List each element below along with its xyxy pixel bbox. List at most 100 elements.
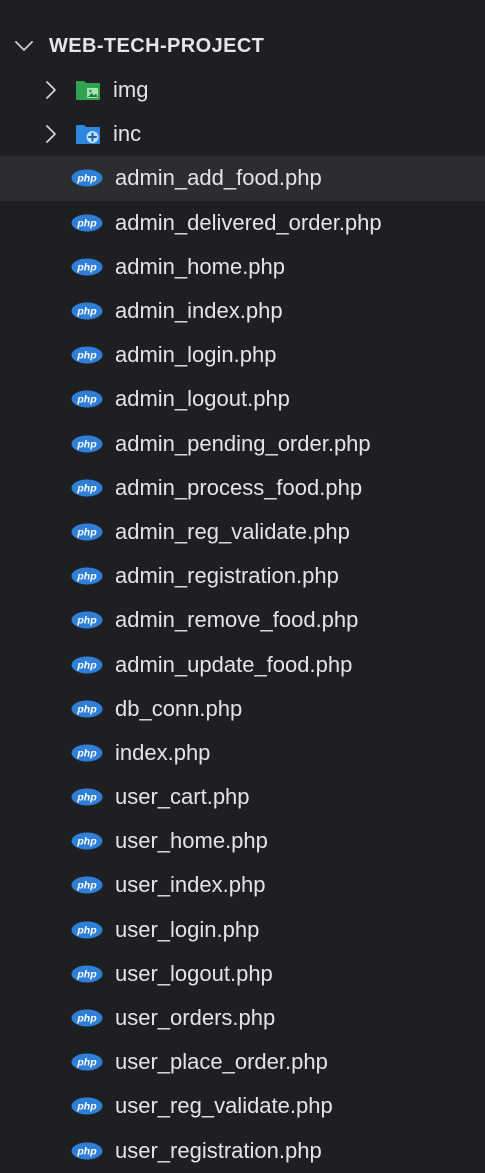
php-file-icon: php xyxy=(71,965,103,983)
php-file-icon: php xyxy=(71,435,103,453)
svg-text:php: php xyxy=(76,1013,97,1025)
php-file-icon: php xyxy=(71,169,103,187)
php-file-icon: php xyxy=(71,523,103,541)
file-item[interactable]: php user_cart.php xyxy=(0,775,485,819)
php-file-icon: php xyxy=(71,788,103,806)
file-label: admin_logout.php xyxy=(115,386,290,412)
file-item[interactable]: php admin_logout.php xyxy=(0,377,485,421)
file-label: admin_index.php xyxy=(115,298,283,324)
php-file-icon: php xyxy=(71,346,103,364)
file-item[interactable]: php admin_login.php xyxy=(0,333,485,377)
php-file-icon: php xyxy=(71,258,103,276)
file-item[interactable]: php admin_add_food.php xyxy=(0,156,485,201)
svg-text:php: php xyxy=(76,880,97,892)
file-item[interactable]: php admin_index.php xyxy=(0,289,485,333)
file-label: user_place_order.php xyxy=(115,1049,328,1075)
svg-text:php: php xyxy=(76,748,97,760)
file-item[interactable]: php admin_registration.php xyxy=(0,554,485,598)
svg-text:php: php xyxy=(76,615,97,627)
svg-text:php: php xyxy=(76,968,97,980)
svg-text:php: php xyxy=(76,438,97,450)
php-file-icon: php xyxy=(71,921,103,939)
svg-text:php: php xyxy=(76,1101,97,1113)
svg-text:php: php xyxy=(76,703,97,715)
svg-text:php: php xyxy=(76,1057,97,1069)
folder-item-img[interactable]: img xyxy=(0,68,485,112)
svg-text:php: php xyxy=(76,394,97,406)
file-item[interactable]: php user_logout.php xyxy=(0,952,485,996)
file-item[interactable]: php user_login.php xyxy=(0,908,485,952)
svg-text:php: php xyxy=(76,659,97,671)
file-item[interactable]: php admin_delivered_order.php xyxy=(0,201,485,245)
file-item[interactable]: php admin_pending_order.php xyxy=(0,422,485,466)
php-file-icon: php xyxy=(71,611,103,629)
file-label: index.php xyxy=(115,739,211,765)
php-file-icon: php xyxy=(71,1097,103,1115)
php-file-icon: php xyxy=(71,1142,103,1160)
folder-label-inc: inc xyxy=(113,121,142,147)
file-tree: img inc php admin_add_food.php php admin_de… xyxy=(0,68,485,1173)
file-item[interactable]: php index.php xyxy=(0,731,485,775)
folder-label-img: img xyxy=(113,77,149,103)
file-list: php admin_add_food.php php admin_delivered_… xyxy=(0,156,485,1172)
file-item[interactable]: php user_registration.php xyxy=(0,1129,485,1173)
chevron-right-icon[interactable] xyxy=(39,79,61,101)
file-label: admin_registration.php xyxy=(115,563,339,589)
file-label: admin_pending_order.php xyxy=(115,430,371,456)
file-label: admin_add_food.php xyxy=(115,165,322,191)
project-root-title: WEB-TECH-PROJECT xyxy=(49,34,265,57)
php-file-icon: php xyxy=(71,214,103,232)
file-item[interactable]: php db_conn.php xyxy=(0,687,485,731)
php-file-icon: php xyxy=(71,567,103,585)
file-label: db_conn.php xyxy=(115,695,243,721)
file-label: user_reg_validate.php xyxy=(115,1093,333,1119)
svg-text:php: php xyxy=(76,306,97,318)
php-file-icon: php xyxy=(71,700,103,718)
svg-text:php: php xyxy=(76,924,97,936)
file-item[interactable]: php user_home.php xyxy=(0,819,485,863)
project-root-folder[interactable]: WEB-TECH-PROJECT xyxy=(0,24,485,68)
svg-text:php: php xyxy=(76,261,97,273)
file-label: user_login.php xyxy=(115,916,260,942)
file-label: user_logout.php xyxy=(115,960,273,986)
svg-text:php: php xyxy=(76,217,97,229)
file-item[interactable]: php admin_update_food.php xyxy=(0,642,485,686)
svg-text:php: php xyxy=(76,527,97,539)
file-item[interactable]: php admin_process_food.php xyxy=(0,466,485,510)
include-folder-icon xyxy=(75,123,101,145)
file-label: admin_remove_food.php xyxy=(115,607,359,633)
file-item[interactable]: php user_index.php xyxy=(0,863,485,907)
file-label: user_home.php xyxy=(115,828,268,854)
file-explorer: WEB-TECH-PROJECT img inc php admin_add_f… xyxy=(0,0,485,1173)
svg-text:php: php xyxy=(76,836,97,848)
file-label: user_index.php xyxy=(115,872,266,898)
php-file-icon: php xyxy=(71,876,103,894)
php-file-icon: php xyxy=(71,744,103,762)
file-label: admin_login.php xyxy=(115,342,277,368)
file-item[interactable]: php admin_home.php xyxy=(0,245,485,289)
file-item[interactable]: php admin_reg_validate.php xyxy=(0,510,485,554)
chevron-right-icon[interactable] xyxy=(39,123,61,145)
svg-text:php: php xyxy=(76,792,97,804)
php-file-icon: php xyxy=(71,390,103,408)
file-item[interactable]: php user_place_order.php xyxy=(0,1040,485,1084)
image-folder-icon xyxy=(75,79,101,101)
file-label: admin_update_food.php xyxy=(115,651,353,677)
php-file-icon: php xyxy=(71,1009,103,1027)
file-item[interactable]: php user_reg_validate.php xyxy=(0,1084,485,1128)
file-label: admin_delivered_order.php xyxy=(115,209,382,235)
svg-text:php: php xyxy=(76,173,97,185)
svg-text:php: php xyxy=(76,350,97,362)
file-item[interactable]: php user_orders.php xyxy=(0,996,485,1040)
php-file-icon: php xyxy=(71,832,103,850)
svg-text:php: php xyxy=(76,482,97,494)
svg-text:php: php xyxy=(76,1145,97,1157)
folder-item-inc[interactable]: inc xyxy=(0,112,485,156)
chevron-down-icon[interactable] xyxy=(13,35,35,57)
file-label: user_cart.php xyxy=(115,784,250,810)
file-label: admin_home.php xyxy=(115,253,286,279)
file-item[interactable]: php admin_remove_food.php xyxy=(0,598,485,642)
file-label: user_registration.php xyxy=(115,1137,322,1163)
php-file-icon: php xyxy=(71,479,103,497)
file-label: user_orders.php xyxy=(115,1005,276,1031)
